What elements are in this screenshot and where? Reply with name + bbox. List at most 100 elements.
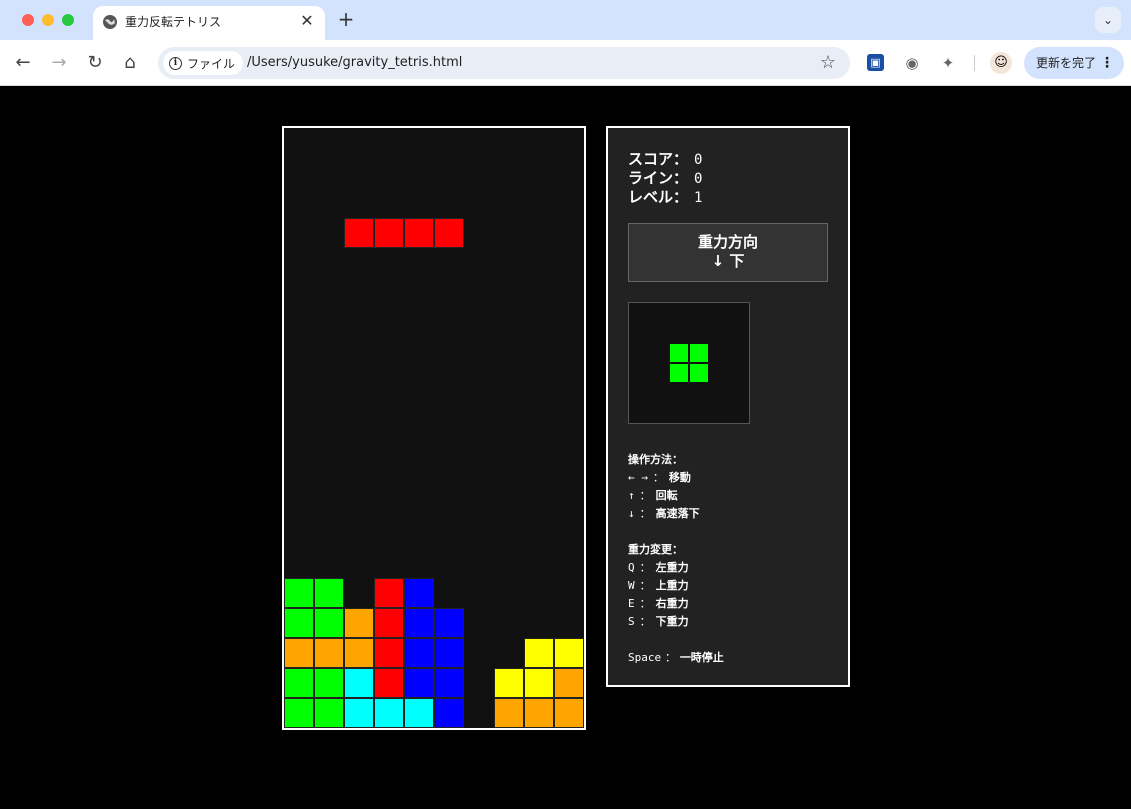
toolbar-divider [974,55,975,71]
control-key: E [628,597,635,610]
control-key: Q [628,561,635,574]
browser-tab[interactable]: 重力反転テトリス ✕ [93,6,325,40]
next-piece-block [669,363,689,383]
control-sep: ： [639,561,651,574]
board-block [494,668,524,698]
lines-stat: ライン： 0 [628,167,702,188]
gravity-direction: ↓ 下 [711,252,745,270]
control-sep: ： [639,615,651,628]
level-label: レベル： [628,188,689,206]
info-icon: i [169,56,182,70]
board-block [314,698,344,728]
board-block [434,638,464,668]
tab-search-button[interactable]: ⌄ [1095,7,1121,33]
active-piece-block [404,218,434,248]
board-block [374,698,404,728]
pause-control: Space ： 一時停止 [628,649,724,665]
next-piece-block [669,343,689,363]
control-sep: ： [639,507,651,520]
board-block [344,638,374,668]
board-block [344,698,374,728]
board-block [314,608,344,638]
site-info-chip[interactable]: i ファイル [163,51,244,75]
more-menu-icon[interactable]: ⋮ [1100,47,1114,79]
back-icon[interactable]: ← [11,51,35,75]
next-piece-block [689,343,709,363]
gravity-direction-button[interactable]: 重力方向 ↓ 下 [628,223,828,282]
board-block [434,698,464,728]
update-label: 更新を完了 [1036,56,1097,70]
board-block [374,638,404,668]
browser-toolbar: ← → ↻ ⌂ i ファイル /Users/yusuke/gravity_tet… [0,40,1131,86]
extension-shield-icon[interactable]: ▣ [867,54,884,71]
board-block [434,608,464,638]
globe-icon [103,15,117,29]
board-block [404,578,434,608]
control-key: ↓ [628,507,635,520]
board-block [524,698,554,728]
info-panel: スコア： 0 ライン： 0 レベル： 1 重力方向 ↓ 下 操作方法： ← → ： 移動 ↑… [606,126,850,687]
lines-value: 0 [694,171,703,187]
control-action: 左重力 [655,561,689,574]
board-block [524,638,554,668]
board-block [374,578,404,608]
board-block [374,608,404,638]
control-line: E ： 右重力 [628,595,689,611]
board-block [404,608,434,638]
control-action: 移動 [668,471,691,484]
lines-label: ライン： [628,169,689,187]
pause-key: Space [628,651,662,664]
home-icon[interactable]: ⌂ [118,51,142,75]
board-block [314,638,344,668]
profile-avatar[interactable]: ☺ [990,52,1012,74]
camera-icon[interactable]: ◉ [901,52,923,74]
address-bar[interactable]: i ファイル /Users/yusuke/gravity_tetris.html… [158,47,850,79]
control-action: 下重力 [655,615,689,628]
board-block [404,668,434,698]
control-action: 右重力 [655,597,689,610]
board-block [554,668,584,698]
control-action: 高速落下 [655,507,700,520]
level-value: 1 [694,190,703,206]
score-stat: スコア： 0 [628,148,702,169]
next-piece-preview [628,302,750,424]
bookmark-star-icon[interactable]: ☆ [820,52,836,73]
reload-icon[interactable]: ↻ [83,51,107,75]
pause-sep: ： [664,651,676,664]
minimize-window-button[interactable] [42,14,54,26]
forward-icon[interactable]: → [47,51,71,75]
control-key: ← → [628,471,648,484]
level-stat: レベル： 1 [628,186,702,207]
close-window-button[interactable] [22,14,34,26]
maximize-window-button[interactable] [62,14,74,26]
board-block [554,638,584,668]
active-piece-block [434,218,464,248]
control-line: ↑ ： 回転 [628,487,678,503]
score-label: スコア： [628,150,689,168]
url-text[interactable]: /Users/yusuke/gravity_tetris.html [247,55,462,70]
game-board[interactable] [282,126,586,730]
board-block [434,668,464,698]
control-key: ↑ [628,489,635,502]
board-block [314,668,344,698]
board-block [374,668,404,698]
control-line: S ： 下重力 [628,613,689,629]
control-line: ↓ ： 高速落下 [628,505,700,521]
control-key: W [628,579,635,592]
close-tab-icon[interactable]: ✕ [297,11,317,31]
board-block [494,698,524,728]
controls-heading: 操作方法： [628,453,683,466]
active-piece-block [344,218,374,248]
pause-action: 一時停止 [679,651,724,664]
control-action: 回転 [655,489,678,502]
control-line: W ： 上重力 [628,577,689,593]
extensions-puzzle-icon[interactable]: ✦ [937,52,959,74]
update-button[interactable]: 更新を完了 ⋮ [1024,47,1124,79]
board-block [284,578,314,608]
tab-bar: 重力反転テトリス ✕ + ⌄ [0,0,1131,40]
board-block [404,638,434,668]
board-block [554,698,584,728]
new-tab-button[interactable]: + [336,8,356,30]
board-block [284,698,314,728]
active-piece-block [374,218,404,248]
